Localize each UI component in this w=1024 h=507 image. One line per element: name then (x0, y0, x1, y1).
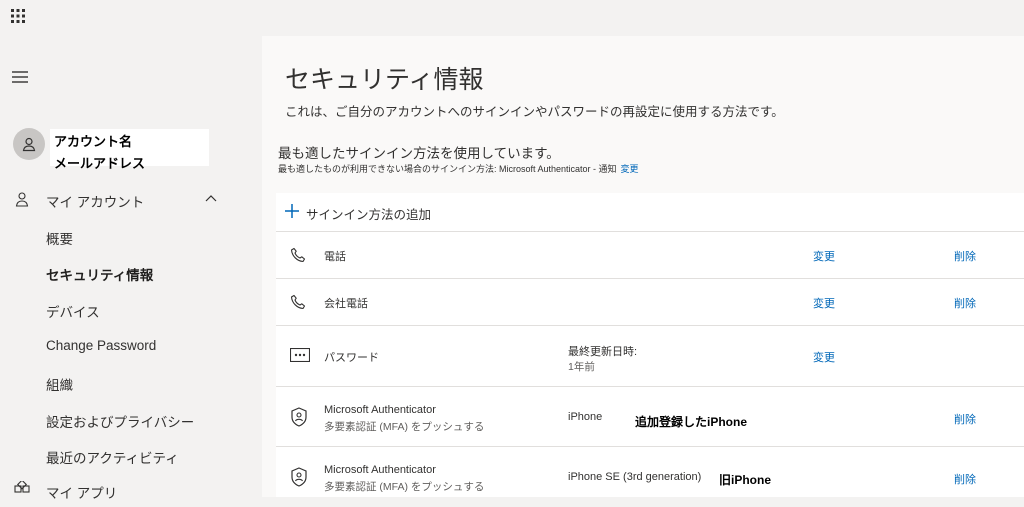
my-apps-label: マイ アプリ (46, 486, 118, 501)
last-updated-value: 1年前 (568, 361, 595, 373)
my-account-section[interactable]: マイ アカウント (14, 188, 224, 210)
method-subtitle: 多要素認証 (MFA) をプッシュする (324, 421, 485, 433)
method-name: 電話 (324, 251, 346, 263)
sidebar-item-recent-activity[interactable]: 最近のアクティビティ (46, 447, 179, 467)
device-name: iPhone SE (3rd generation) (568, 471, 702, 483)
last-updated-label: 最終更新日時: (568, 346, 638, 358)
device-name: iPhone (568, 411, 603, 423)
hamburger-menu-icon[interactable] (12, 70, 28, 84)
default-method-sub: 最も適したものが利用できない場合のサインイン方法: Microsoft Auth… (278, 162, 639, 175)
default-method-message: 最も適したサインイン方法を使用しています。 (278, 146, 560, 161)
person-icon (15, 192, 29, 207)
apps-grid-icon (14, 481, 30, 493)
default-method-text: 最も適したものが利用できない場合のサインイン方法: Microsoft Auth… (278, 164, 617, 174)
phone-icon (290, 294, 306, 310)
annotation-note: 追加登録したiPhone (635, 415, 748, 429)
method-row-authenticator-iphone: Microsoft Authenticator 多要素認証 (MFA) をプッシ… (276, 387, 1024, 447)
change-link[interactable]: 変更 (813, 295, 835, 311)
waffle-icon[interactable] (9, 7, 27, 25)
password-icon (290, 348, 310, 362)
delete-link[interactable]: 削除 (954, 411, 976, 427)
add-method-button[interactable]: サインイン方法の追加 (276, 193, 1024, 232)
method-name: パスワード (324, 352, 379, 364)
method-name: 会社電話 (324, 298, 368, 310)
page-description: これは、ご自分のアカウントへのサインインやパスワードの再設定に使用する方法です。 (285, 105, 784, 119)
delete-link[interactable]: 削除 (954, 248, 976, 264)
change-link[interactable]: 変更 (813, 349, 835, 365)
method-row-authenticator-iphone-se: Microsoft Authenticator 多要素認証 (MFA) をプッシ… (276, 447, 1024, 507)
chevron-up-icon[interactable] (204, 193, 218, 203)
avatar[interactable] (13, 128, 45, 160)
method-row-phone: 電話 変更 削除 (276, 232, 1024, 279)
sidebar-item-change-password[interactable]: Change Password (46, 338, 156, 353)
account-name: アカウント名 (54, 134, 133, 149)
sidebar-item-organizations[interactable]: 組織 (46, 374, 73, 394)
my-account-label: マイ アカウント (46, 195, 145, 210)
add-method-label: サインイン方法の追加 (306, 208, 432, 222)
method-row-password: パスワード 最終更新日時: 1年前 変更 (276, 326, 1024, 387)
my-apps-section[interactable]: マイ アプリ (14, 481, 214, 501)
annotation-note: 旧iPhone (719, 473, 772, 487)
authenticator-icon (291, 467, 307, 487)
authenticator-icon (291, 407, 307, 427)
person-icon (22, 137, 36, 152)
sidebar-item-settings-privacy[interactable]: 設定およびプライバシー (46, 411, 194, 431)
page-title: セキュリティ情報 (285, 66, 484, 94)
sidebar-item-security-info[interactable]: セキュリティ情報 (46, 264, 153, 284)
account-email: メールアドレス (54, 156, 146, 171)
top-bar (0, 0, 1024, 36)
sidebar-item-overview[interactable]: 概要 (46, 228, 73, 248)
sidebar-item-devices[interactable]: デバイス (46, 301, 100, 321)
change-link[interactable]: 変更 (813, 248, 835, 264)
method-subtitle: 多要素認証 (MFA) をプッシュする (324, 481, 485, 493)
method-row-office-phone: 会社電話 変更 削除 (276, 279, 1024, 326)
default-method-change-link[interactable]: 変更 (621, 164, 639, 174)
plus-icon (285, 204, 299, 218)
phone-icon (290, 247, 306, 263)
delete-link[interactable]: 削除 (954, 471, 976, 487)
method-name: Microsoft Authenticator (324, 404, 436, 416)
delete-link[interactable]: 削除 (954, 295, 976, 311)
method-name: Microsoft Authenticator (324, 464, 436, 476)
